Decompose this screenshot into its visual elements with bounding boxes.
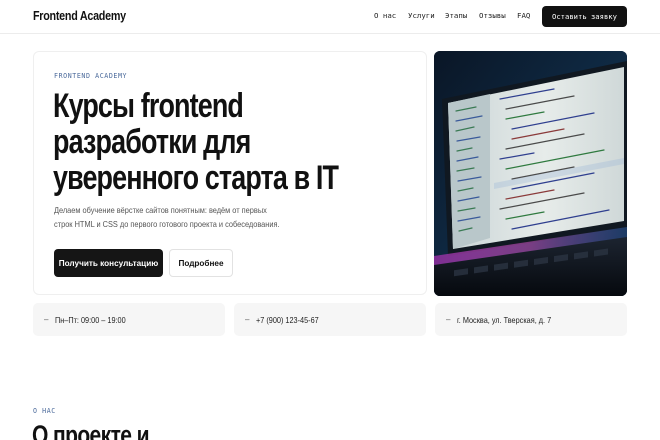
more-details-button[interactable]: Подробнее [169,249,233,277]
working-hours-chip: – Пн–Пт: 09:00 – 19:00 [33,303,225,336]
about-title: О проекте и [32,420,150,440]
working-hours-text: Пн–Пт: 09:00 – 19:00 [55,314,126,325]
logo[interactable]: Frontend Academy [33,9,126,23]
hero-title: Курсы frontend разработки для уверенного… [53,87,339,197]
hero-description-line: Делаем обучение вёрстке сайтов понятным:… [54,205,267,215]
about-eyebrow: О НАС [33,407,56,415]
nav-item-faq[interactable]: FAQ [517,11,530,20]
phone-text[interactable]: +7 (900) 123-45-67 [256,315,319,325]
nav-item-stages[interactable]: Этапы [445,11,467,20]
hero-description-line: строк HTML и CSS до первого готового про… [54,219,280,229]
hero-title-line: разработки для [53,123,251,161]
phone-chip[interactable]: – +7 (900) 123-45-67 [234,303,426,336]
hero-title-line: Курсы frontend [53,87,244,125]
nav-item-about[interactable]: О нас [374,11,396,20]
laptop-code-image [434,51,627,296]
hero-description: Делаем обучение вёрстке сайтов понятным:… [54,203,280,231]
nav-item-reviews[interactable]: Отзывы [479,11,506,20]
nav-item-services[interactable]: Услуги [408,11,435,20]
site-header: Frontend Academy О нас Услуги Этапы Отзы… [0,0,660,34]
address-chip: – г. Москва, ул. Тверская, д. 7 [435,303,627,336]
dash-icon: – [446,315,451,324]
get-consultation-button[interactable]: Получить консультацию [54,249,163,277]
dash-icon: – [245,315,250,324]
hero-eyebrow: FRONTEND ACADEMY [54,72,128,80]
leave-request-button[interactable]: Оставить заявку [542,6,627,27]
address-text: г. Москва, ул. Тверская, д. 7 [457,314,552,325]
hero-card: FRONTEND ACADEMY Курсы frontend разработ… [33,51,427,295]
dash-icon: – [44,315,49,324]
hero-title-line: уверенного старта в IT [53,159,339,197]
